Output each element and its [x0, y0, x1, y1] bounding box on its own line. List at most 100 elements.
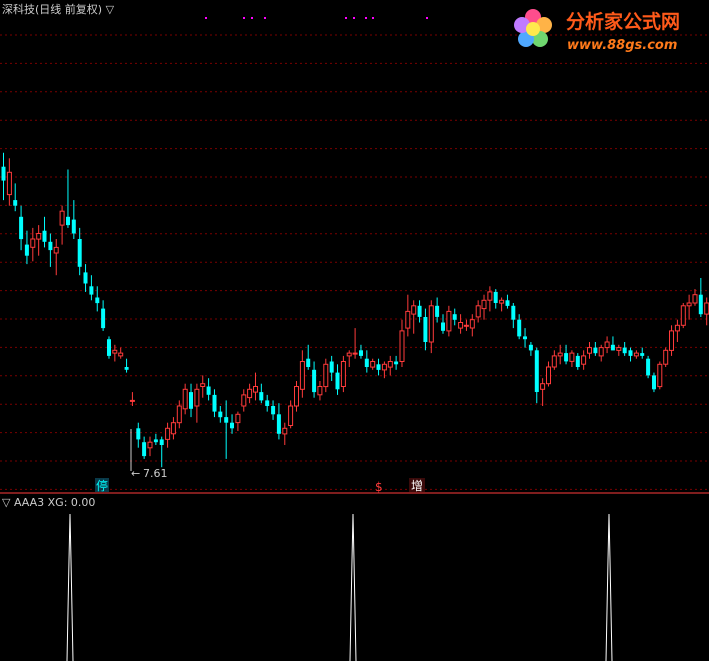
candle-body	[593, 347, 598, 354]
candle-body	[499, 299, 505, 304]
candle-body	[112, 349, 118, 354]
candle-body	[83, 272, 88, 284]
candle-body	[335, 372, 340, 390]
candle-body	[230, 422, 234, 429]
stop-marker-label: 停	[96, 478, 108, 493]
candle-body	[704, 302, 709, 315]
candle-body	[475, 305, 481, 318]
candle-body	[48, 241, 53, 251]
candle-body	[329, 361, 334, 373]
candle-body	[399, 330, 405, 362]
candle-body	[189, 392, 193, 409]
candle-body	[206, 386, 211, 395]
candle-body	[165, 427, 171, 440]
candle-body	[633, 352, 639, 357]
candle-body	[306, 358, 311, 367]
candle-body	[610, 344, 615, 351]
candle[interactable]	[646, 355, 651, 379]
candle[interactable]	[652, 372, 656, 393]
candle-body	[428, 305, 434, 343]
candle-body	[669, 330, 674, 351]
candle-body	[59, 210, 65, 226]
candle-body	[481, 299, 487, 310]
candle-body	[19, 216, 24, 240]
candle-body	[24, 244, 29, 256]
logo-name: 分析家公式网	[566, 10, 680, 33]
candle-body	[182, 388, 188, 410]
candle-body	[247, 388, 253, 399]
candle-body	[435, 305, 440, 317]
candle-body	[441, 322, 445, 331]
candle-body	[370, 361, 376, 368]
candle[interactable]	[340, 355, 346, 393]
candle-body	[487, 291, 493, 301]
candle[interactable]	[680, 303, 686, 329]
candle-body	[170, 422, 176, 435]
candle-body	[159, 439, 164, 445]
candle-body	[265, 400, 270, 406]
candle-body	[598, 347, 604, 357]
candle-body	[107, 339, 111, 356]
candle-body	[42, 230, 47, 242]
candle-body	[53, 246, 59, 254]
candle-body	[534, 350, 539, 392]
candle-body	[129, 399, 135, 402]
candle-body	[622, 347, 627, 354]
candle-body	[224, 417, 229, 423]
candle-body	[77, 239, 82, 267]
candle-body	[581, 355, 587, 365]
candle-body	[452, 314, 457, 320]
candle-body	[528, 344, 533, 351]
candle-body	[686, 302, 692, 307]
candle-body	[692, 294, 698, 304]
candle-body	[346, 352, 352, 357]
candle-body	[387, 361, 393, 368]
candle-body	[628, 350, 633, 356]
candle-body	[376, 364, 381, 370]
chart-title: 深科技(日线 前复权) ▽	[2, 2, 115, 16]
candle-body	[66, 216, 70, 226]
candle-body	[6, 171, 12, 196]
candle-body	[463, 324, 469, 327]
site-logo[interactable]: 分析家公式网 www.88gs.com	[514, 9, 680, 53]
s-marker[interactable]: $	[375, 480, 383, 494]
candle-body	[646, 358, 651, 376]
candle-body	[136, 428, 141, 440]
candle-body	[657, 363, 663, 388]
candle-body	[604, 341, 610, 349]
candle-body	[340, 361, 346, 387]
candle[interactable]	[663, 347, 669, 367]
candle-body	[352, 352, 358, 355]
candle-body	[458, 322, 464, 329]
candle-body	[176, 405, 182, 424]
candle-body	[663, 349, 669, 365]
indicator-label: ▽ AAA3 XG: 0.00	[2, 496, 95, 509]
stock-chart: 深科技(日线 前复权) ▽ 分析家公式网 www.88gs.com ← 7.61…	[0, 0, 709, 661]
candle-body	[411, 305, 417, 315]
candle-body	[540, 383, 546, 390]
stop-marker[interactable]: 停	[95, 478, 109, 493]
candle-body	[118, 352, 124, 357]
candle-body	[364, 358, 369, 367]
candle-body	[288, 405, 294, 426]
candle-body	[381, 363, 387, 371]
candle-body	[36, 233, 42, 240]
candle-body	[30, 238, 36, 248]
candle-body	[523, 336, 527, 340]
candle[interactable]	[107, 336, 111, 359]
candle-body	[652, 375, 656, 390]
candle-body	[89, 286, 94, 295]
candle-body	[1, 166, 6, 181]
candle-body	[575, 355, 580, 367]
candle-body	[417, 305, 422, 317]
candle-body	[317, 386, 323, 396]
candle-body	[674, 324, 680, 332]
candle-body	[423, 317, 428, 342]
candle-body	[259, 392, 264, 401]
candle-body	[680, 305, 686, 326]
zeng-marker[interactable]: 增	[409, 478, 425, 493]
candle-body	[276, 414, 281, 434]
candle-body	[200, 383, 206, 388]
candle-body	[101, 308, 106, 329]
candle[interactable]	[657, 361, 663, 390]
